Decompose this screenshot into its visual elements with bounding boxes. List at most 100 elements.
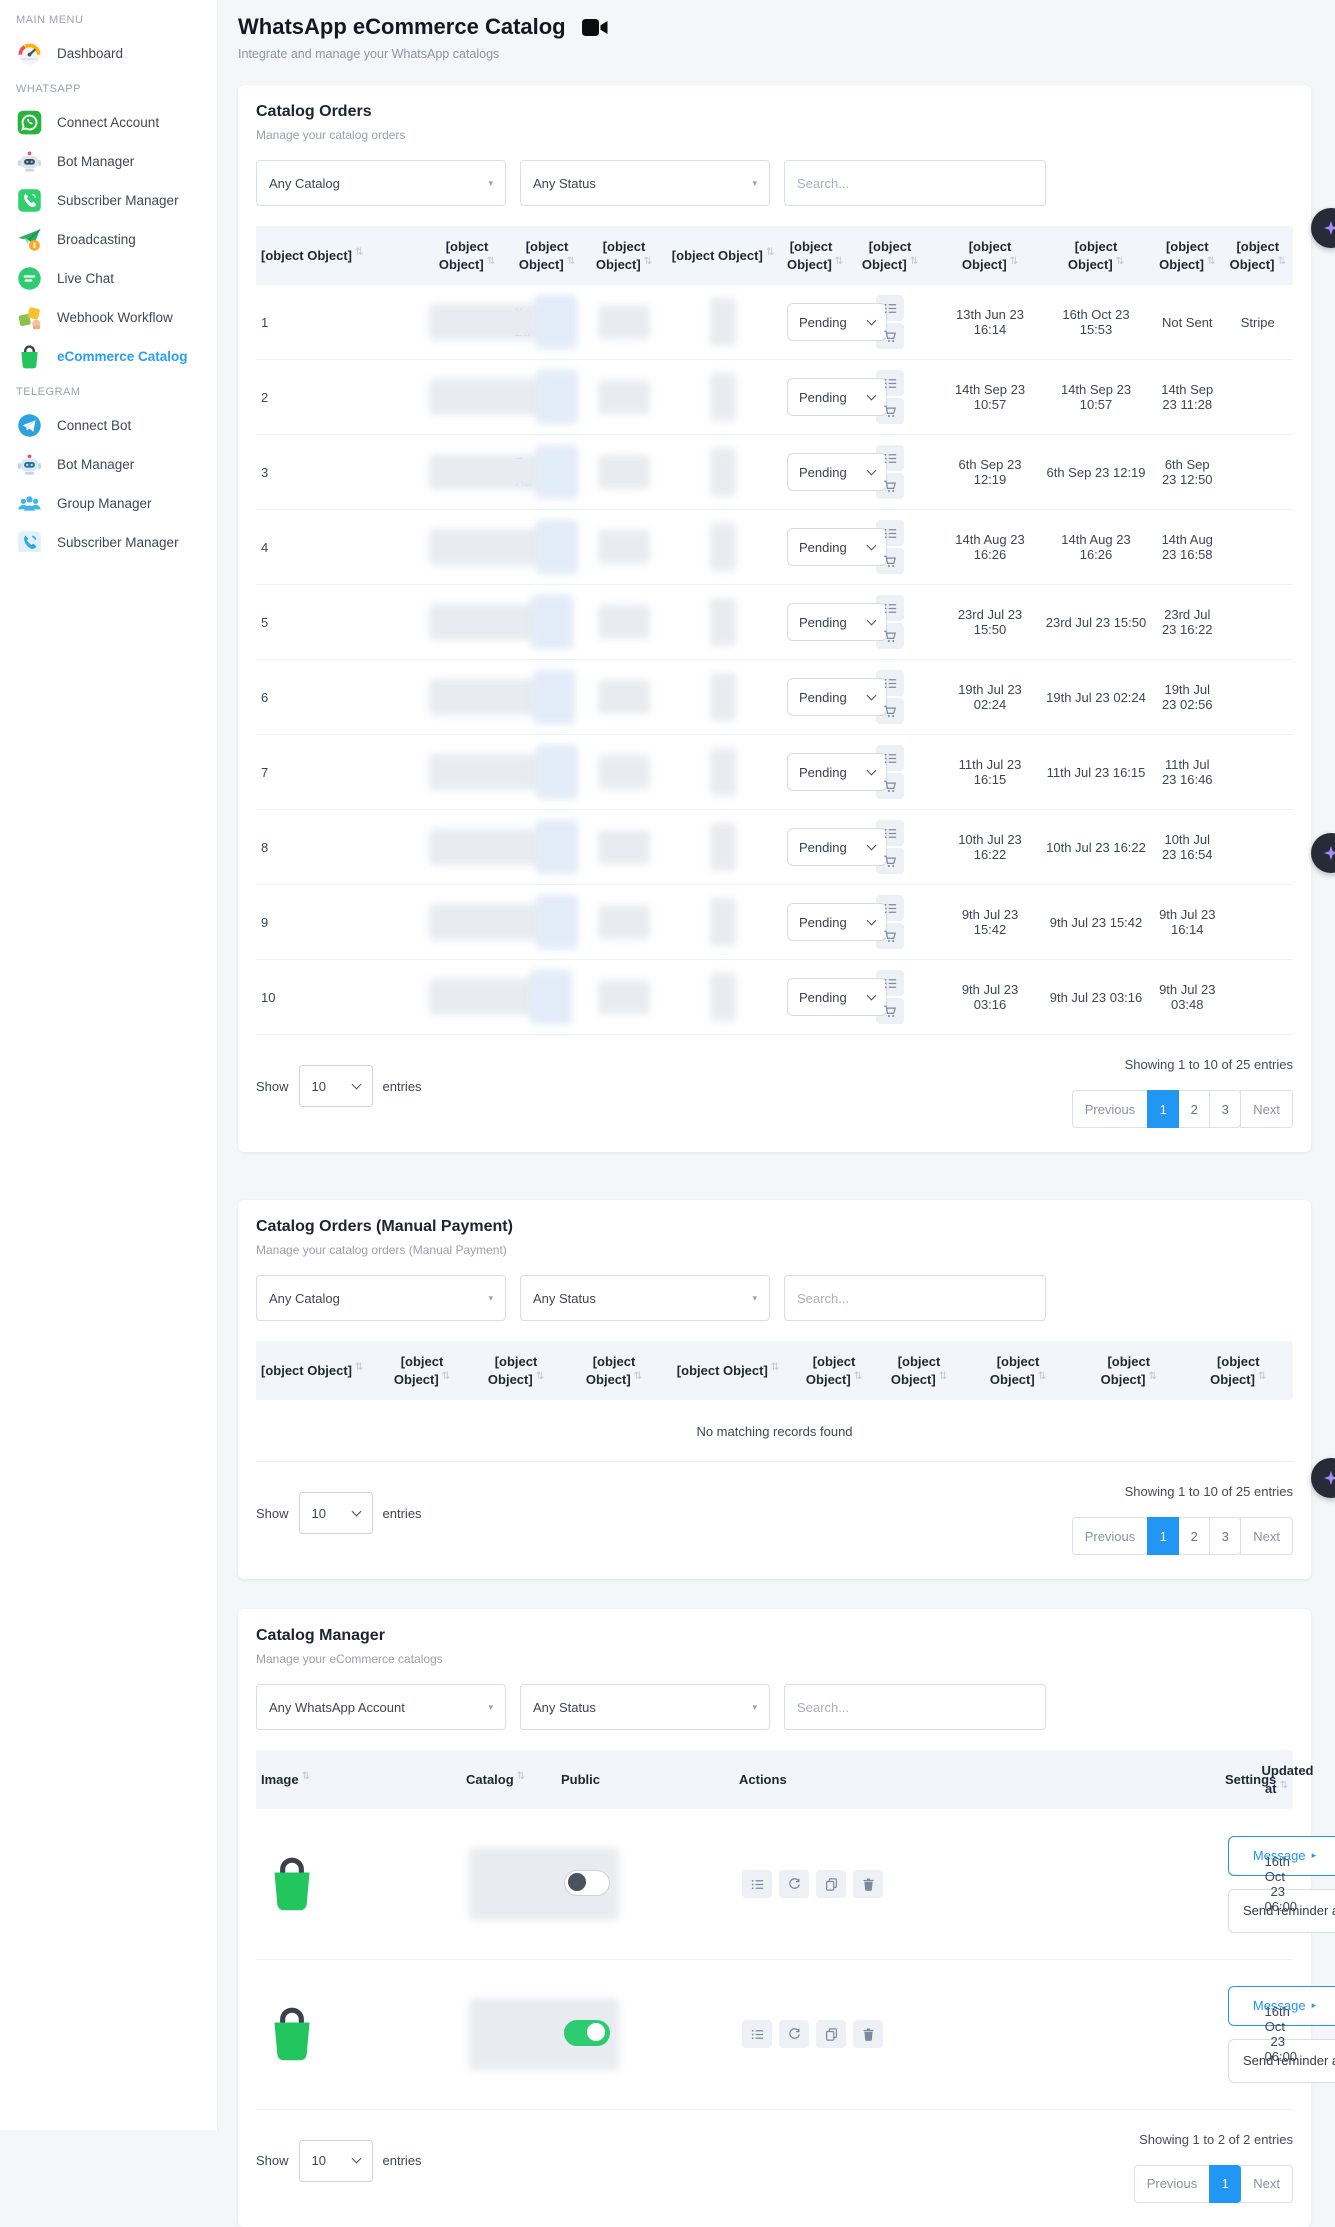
sort-icon: ⇅ xyxy=(1038,1371,1046,1382)
status-filter-select[interactable]: Any Status ▾ xyxy=(520,160,770,206)
status-select[interactable]: Pending xyxy=(787,378,887,416)
delete-button[interactable] xyxy=(853,1870,883,1898)
sort-icon: ⇅ xyxy=(517,1771,525,1782)
column-header[interactable]: [object Object]⇅ xyxy=(510,226,584,285)
pagination: Previous 123 Next xyxy=(1073,1090,1293,1128)
column-header[interactable]: [object Object]⇅ xyxy=(792,1341,876,1400)
refresh-button[interactable] xyxy=(779,2020,809,2048)
duplicate-button[interactable] xyxy=(816,1870,846,1898)
page-number-button[interactable]: 3 xyxy=(1209,1090,1241,1128)
column-header[interactable]: [object Object]⇅ xyxy=(1152,226,1223,285)
status-filter-select[interactable]: Any Status ▾ xyxy=(520,1275,770,1321)
sidebar-item-webhook-workflow[interactable]: Webhook Workflow xyxy=(0,298,217,337)
sidebar-item-dashboard[interactable]: Dashboard xyxy=(0,34,217,73)
catalog-items-button[interactable] xyxy=(742,1870,772,1898)
caret-down-icon: ▾ xyxy=(752,1293,757,1304)
status-select[interactable]: Pending xyxy=(787,903,887,941)
public-toggle[interactable] xyxy=(564,1870,610,1896)
delete-button[interactable] xyxy=(853,2020,883,2048)
table-row: 10 M Pending 9th Jul 23 03:16 9th Jul 23… xyxy=(256,960,1293,1035)
column-header[interactable]: [object Object]⇅ xyxy=(564,1341,664,1400)
search-input[interactable] xyxy=(784,1684,1046,1730)
sidebar-item-connect-account[interactable]: Connect Account xyxy=(0,103,217,142)
status-select[interactable]: Pending xyxy=(787,678,887,716)
catalog-filter-select[interactable]: Any Catalog ▾ xyxy=(256,160,506,206)
updated-at: 23rd Jul 23 15:50 xyxy=(1040,585,1152,660)
page-number-button[interactable]: 1 xyxy=(1209,2165,1241,2203)
column-header[interactable]: [object Object]⇅ xyxy=(1040,226,1152,285)
page-number-button[interactable]: 3 xyxy=(1209,1517,1241,1555)
reminder-sent-at: Not Sent xyxy=(1152,285,1223,360)
column-header[interactable]: [object Object]⇅ xyxy=(664,226,782,285)
column-header[interactable]: [object Object]⇅ xyxy=(424,226,510,285)
sidebar-item-broadcasting[interactable]: Broadcasting xyxy=(0,220,217,259)
previous-page-button[interactable]: Previous xyxy=(1134,2165,1211,2203)
sidebar-item-live-chat[interactable]: Live Chat xyxy=(0,259,217,298)
status-filter-select[interactable]: Any Status ▾ xyxy=(520,1684,770,1730)
page-number-button[interactable]: 1 xyxy=(1147,1517,1179,1555)
search-input[interactable] xyxy=(784,160,1046,206)
next-page-button[interactable]: Next xyxy=(1240,1090,1293,1128)
whatsapp-account-filter-select[interactable]: Any WhatsApp Account ▾ xyxy=(256,1684,506,1730)
per-page-select[interactable]: 10 xyxy=(299,1492,373,1534)
page-number-button[interactable]: 2 xyxy=(1178,1090,1210,1128)
status-select[interactable]: Pending xyxy=(787,528,887,566)
sidebar-item-connect-bot[interactable]: Connect Bot xyxy=(0,406,217,445)
column-header[interactable]: Settings⇅ xyxy=(1220,1750,1257,1809)
shopping-bag-icon xyxy=(16,343,43,370)
status-select[interactable]: Pending xyxy=(787,828,887,866)
previous-page-button[interactable]: Previous xyxy=(1072,1090,1149,1128)
per-page-select[interactable]: 10 xyxy=(299,2140,373,2182)
status-select[interactable]: Pending xyxy=(787,603,887,641)
column-header[interactable]: [object Object]⇅ xyxy=(256,1341,376,1400)
sidebar-item-group-manager[interactable]: Group Manager xyxy=(0,484,217,523)
refresh-icon xyxy=(787,1877,802,1892)
column-header[interactable]: Public⇅ xyxy=(556,1750,734,1809)
sidebar-item-tg-bot-manager[interactable]: Bot Manager xyxy=(0,445,217,484)
column-header[interactable]: [object Object]⇅ xyxy=(1223,226,1294,285)
column-header[interactable]: [object Object]⇅ xyxy=(876,1341,962,1400)
column-header[interactable]: [object Object]⇅ xyxy=(1184,1341,1294,1400)
chevron-down-icon xyxy=(867,690,877,700)
sidebar-item-ecommerce-catalog[interactable]: eCommerce Catalog xyxy=(0,337,217,376)
public-toggle[interactable] xyxy=(564,2020,610,2046)
sort-icon: ⇅ xyxy=(355,247,363,258)
column-header[interactable]: [object Object]⇅ xyxy=(782,226,840,285)
page-number-button[interactable]: 1 xyxy=(1147,1090,1179,1128)
column-header[interactable]: [object Object]⇅ xyxy=(468,1341,564,1400)
duplicate-button[interactable] xyxy=(816,2020,846,2048)
catalog-items-button[interactable] xyxy=(742,2020,772,2048)
status-select[interactable]: Pending xyxy=(787,753,887,791)
column-header[interactable]: Actions⇅ xyxy=(734,1750,1220,1809)
status-select[interactable]: Pending xyxy=(787,303,887,341)
sidebar-item-bot-manager[interactable]: Bot Manager xyxy=(0,142,217,181)
column-header[interactable]: [object Object]⇅ xyxy=(1074,1341,1184,1400)
column-header[interactable]: [object Object]⇅ xyxy=(376,1341,468,1400)
refresh-button[interactable] xyxy=(779,1870,809,1898)
sidebar-item-tg-subscriber-manager[interactable]: Subscriber Manager xyxy=(0,523,217,552)
column-header[interactable]: [object Object]⇅ xyxy=(256,226,424,285)
column-header[interactable]: [object Object]⇅ xyxy=(584,226,664,285)
search-input[interactable] xyxy=(784,1275,1046,1321)
status-select[interactable]: Pending xyxy=(787,453,887,491)
status-select[interactable]: Pending xyxy=(787,978,887,1016)
next-page-button[interactable]: Next xyxy=(1240,2165,1293,2203)
column-header[interactable]: [object Object]⇅ xyxy=(840,226,940,285)
video-camera-icon[interactable] xyxy=(582,17,609,38)
sort-icon: ⇅ xyxy=(567,256,575,267)
column-header[interactable]: Image⇅ xyxy=(256,1750,461,1809)
cart-icon xyxy=(883,554,898,569)
next-page-button[interactable]: Next xyxy=(1240,1517,1293,1555)
column-header[interactable]: [object Object]⇅ xyxy=(962,1341,1074,1400)
column-header[interactable]: [object Object]⇅ xyxy=(940,226,1040,285)
page-number-button[interactable]: 2 xyxy=(1178,1517,1210,1555)
per-page-select[interactable]: 10 xyxy=(299,1065,373,1107)
column-header[interactable]: [object Object]⇅ xyxy=(664,1341,792,1400)
whatsapp-icon xyxy=(16,109,43,136)
sidebar-item-subscriber-manager[interactable]: Subscriber Manager xyxy=(0,181,217,220)
catalog-filter-select[interactable]: Any Catalog ▾ xyxy=(256,1275,506,1321)
column-header[interactable]: Catalog⇅ xyxy=(461,1750,556,1809)
sort-icon: ⇅ xyxy=(1207,256,1215,267)
trash-icon xyxy=(861,1877,876,1892)
previous-page-button[interactable]: Previous xyxy=(1072,1517,1149,1555)
